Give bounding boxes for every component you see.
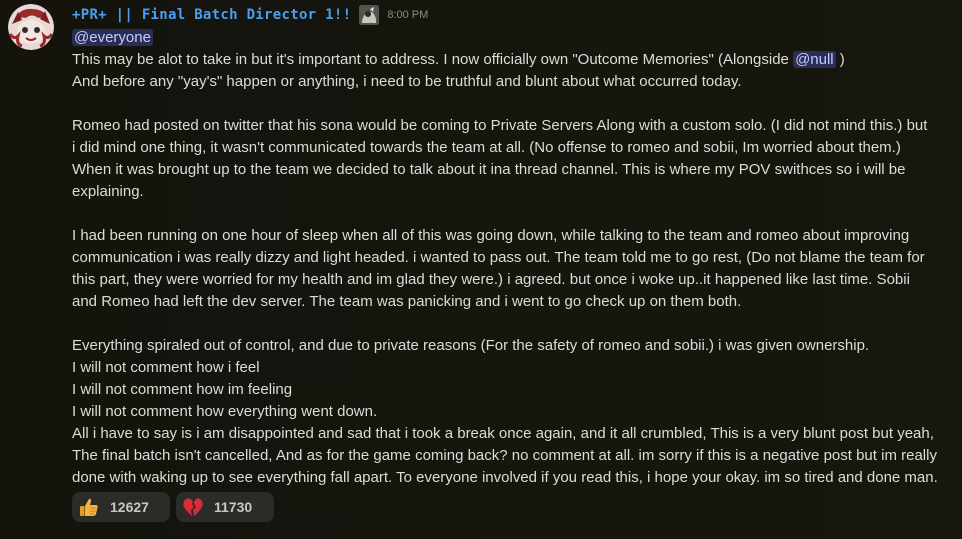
broken-heart-icon [183, 498, 203, 516]
text-segment: ) [835, 51, 845, 68]
text-line: Romeo had posted on twitter that his son… [72, 117, 928, 134]
text-line: this part, they were worried for my heal… [72, 271, 910, 288]
text-line: and Romeo had left the dev server. The t… [72, 293, 742, 310]
text-line: explaining. [72, 183, 144, 200]
chat-message: +PR+ || Final Batch Director 1!! 8:00 PM… [0, 0, 962, 539]
text-line: All i have to say is i am disappointed a… [72, 425, 934, 442]
user-mention-null[interactable]: @null [793, 51, 836, 68]
text-line: i did mind one thing, it wasn't communic… [72, 139, 901, 156]
text-line: communication i was really dizzy and lig… [72, 249, 925, 266]
text-line: done with waking up to see everything fa… [72, 469, 938, 486]
text-line: This may be alot to take in but it's imp… [72, 49, 956, 71]
user-avatar[interactable] [8, 4, 54, 50]
message-timestamp[interactable]: 8:00 PM [387, 9, 428, 21]
text-line: And before any "yay's" happen or anythin… [72, 73, 742, 90]
everyone-line: @everyone [72, 27, 956, 49]
everyone-mention[interactable]: @everyone [72, 29, 153, 46]
reaction-count: 11730 [214, 499, 253, 515]
text-segment: This may be alot to take in but it's imp… [72, 51, 794, 68]
reaction-count: 12627 [110, 499, 149, 515]
role-badge-icon[interactable] [359, 5, 380, 25]
role-badge-image-icon [359, 5, 380, 25]
text-line: Everything spiraled out of control, and … [72, 337, 870, 354]
text-line: I will not comment how everything went d… [72, 403, 378, 420]
text-line: I had been running on one hour of sleep … [72, 227, 910, 244]
message-content: @everyone This may be alot to take in bu… [72, 27, 956, 489]
avatar-character-icon [8, 4, 54, 50]
reaction-broken-heart[interactable]: 11730 [176, 492, 274, 522]
message-header: +PR+ || Final Batch Director 1!! 8:00 PM [72, 4, 428, 26]
thumbs-up-icon [80, 498, 98, 516]
text-line: When it was brought up to the team we de… [72, 161, 906, 178]
reaction-bar: 12627 11730 [72, 492, 274, 522]
author-name[interactable]: +PR+ || Final Batch Director 1!! [72, 7, 351, 23]
text-line: I will not comment how i feel [72, 359, 260, 376]
reaction-thumbs-up[interactable]: 12627 [72, 492, 170, 522]
text-line: The final batch isn't cancelled, And as … [72, 447, 937, 464]
text-line: I will not comment how im feeling [72, 381, 293, 398]
